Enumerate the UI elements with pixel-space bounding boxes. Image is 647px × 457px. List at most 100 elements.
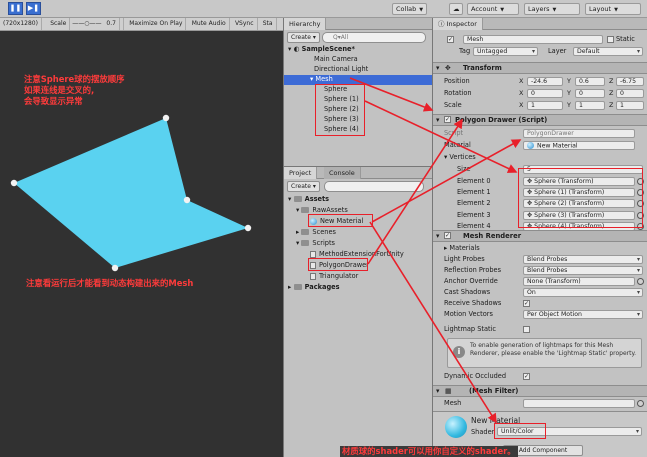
element-value: Sphere (2) (Transform) [534, 200, 605, 208]
mesh-filter-header[interactable]: ▾ ▦ (Mesh Filter) [433, 385, 647, 397]
folder-scenes[interactable]: ▸ Scenes [296, 227, 336, 238]
motion-vectors-dropdown[interactable]: Per Object Motion [523, 310, 643, 319]
hierarchy-item-sphere[interactable]: Sphere [284, 85, 433, 95]
mesh-renderer-header[interactable]: ▾ ✓ Mesh Renderer [433, 230, 647, 242]
object-picker-icon[interactable] [637, 222, 644, 230]
unity-scene-icon: ◐ [293, 45, 300, 53]
folder-assets[interactable]: ▾ Assets [288, 194, 329, 205]
tab-hierarchy[interactable]: Hierarchy [284, 18, 327, 30]
scale-x-field[interactable]: 1 [527, 101, 563, 110]
object-picker-icon[interactable] [637, 400, 644, 407]
object-picker-icon[interactable] [637, 200, 644, 208]
layers-button[interactable]: Layers ▼ [524, 3, 580, 15]
tab-project[interactable]: Project [284, 167, 318, 179]
rotation-y-field[interactable]: 0 [575, 89, 605, 98]
vsync-toggle[interactable]: VSync [232, 18, 258, 30]
object-picker-icon[interactable] [637, 278, 644, 285]
sphere-vertex [10, 179, 18, 187]
size-field[interactable]: 5 [523, 165, 643, 174]
polygon-drawer-header[interactable]: ▾ ✓ Polygon Drawer (Script) [433, 114, 647, 126]
materials-row[interactable]: ▸ Materials [433, 243, 647, 254]
dynamic-occluded-checkbox[interactable]: ✓ [523, 373, 530, 380]
expand-arrow-icon: ▾ [436, 64, 440, 72]
account-button[interactable]: Account ▼ [467, 3, 519, 15]
position-x-field[interactable]: -24.6 [527, 77, 563, 86]
element-transform-field[interactable]: ✥ Sphere (1) (Transform) [523, 188, 635, 198]
element-transform-field[interactable]: ✥ Sphere (Transform) [523, 177, 635, 186]
hierarchy-item-sphere-2[interactable]: Sphere (2) [284, 105, 433, 115]
scene-root[interactable]: ▾ ◐ SampleScene* [284, 45, 433, 55]
vertices-row[interactable]: ▾ Vertices [433, 152, 647, 163]
receive-shadows-checkbox[interactable]: ✓ [523, 300, 530, 307]
pause-icon[interactable]: ❚❚ [8, 2, 23, 15]
mesh-field[interactable] [523, 399, 635, 408]
project-create-button[interactable]: Create ▾ [287, 181, 320, 192]
lightmap-static-checkbox[interactable] [523, 326, 530, 333]
hierarchy-search-input[interactable]: Q▾All [322, 32, 426, 43]
cloud-button[interactable]: ☁ [449, 3, 463, 15]
folder-scripts[interactable]: ▾ Scripts [296, 238, 335, 249]
hierarchy-create-button[interactable]: Create ▾ [287, 32, 320, 43]
annotation-sphere-order: 注意Sphere球的摆放顺序 如果连线是交叉的, 会导致显示异常 [24, 74, 124, 107]
script-triangulator[interactable]: Triangulator [310, 271, 358, 282]
tab-console[interactable]: Console [324, 167, 361, 179]
component-enabled-checkbox[interactable]: ✓ [444, 232, 451, 239]
material-row: Material New Material [433, 140, 647, 151]
tag-dropdown[interactable]: Untagged [473, 47, 538, 56]
scale-z-field[interactable]: 1 [616, 101, 644, 110]
element-transform-field[interactable]: ✥ Sphere (2) (Transform) [523, 199, 635, 209]
object-picker-icon[interactable] [637, 189, 644, 197]
hierarchy-item-mesh[interactable]: ▾ Mesh [284, 75, 433, 85]
hierarchy-item-sphere-1[interactable]: Sphere (1) [284, 95, 433, 105]
hierarchy-item-directional-light[interactable]: Directional Light [284, 65, 433, 75]
folder-packages[interactable]: ▸ Packages [288, 282, 340, 293]
scale-row: Scale X 1 Y 1 Z 1 [433, 100, 647, 111]
cast-shadows-dropdown[interactable]: On [523, 288, 643, 297]
script-polygon-drawer[interactable]: PolygonDrawer [310, 260, 369, 271]
vertices-label-text: Vertices [449, 153, 476, 161]
main-toolbar: ❚❚ ▶❚ Collab ▼ ☁ Account ▼ Layers ▼ Layout ▼ [0, 0, 647, 18]
object-name-field[interactable]: Mesh [463, 35, 603, 44]
stats-toggle[interactable]: Sta [260, 18, 277, 30]
transform-header[interactable]: ▾ ✥ Transform [433, 62, 647, 74]
tab-inspector[interactable]: ⓘ Inspector [433, 18, 483, 30]
material-field[interactable]: New Material [523, 141, 635, 150]
hierarchy-item-sphere-4[interactable]: Sphere (4) [284, 125, 433, 135]
expand-arrow-icon: ▾ [444, 153, 448, 161]
annotation-line: 注意Sphere球的摆放顺序 [24, 74, 125, 84]
light-probes-dropdown[interactable]: Blend Probes [523, 255, 643, 264]
active-checkbox[interactable]: ✓ [447, 36, 454, 43]
scale-y-field[interactable]: 1 [575, 101, 605, 110]
collab-button[interactable]: Collab ▼ [392, 3, 428, 15]
element-transform-field[interactable]: ✥ Sphere (3) (Transform) [523, 210, 635, 220]
create-label: Create [291, 183, 311, 190]
position-y-field[interactable]: 0.6 [575, 77, 605, 86]
hierarchy-item-sphere-3[interactable]: Sphere (3) [284, 115, 433, 125]
anchor-override-field[interactable]: None (Transform) [523, 277, 635, 286]
annotation-shader: 材质球的shader可以用你自定义的shader。 [340, 446, 518, 457]
folder-icon [293, 284, 302, 290]
shader-dropdown[interactable]: Unlit/Color [497, 427, 642, 436]
folder-rawassets[interactable]: ▾ RawAssets [296, 205, 348, 216]
object-picker-icon[interactable] [637, 178, 644, 185]
component-enabled-checkbox[interactable]: ✓ [444, 116, 451, 123]
project-search-input[interactable] [324, 181, 424, 192]
resolution-dropdown[interactable]: (720x1280) [0, 18, 42, 30]
rotation-x-field[interactable]: 0 [527, 89, 563, 98]
step-icon[interactable]: ▶❚ [26, 2, 41, 15]
asset-label: New Material [320, 217, 364, 225]
asset-new-material[interactable]: New Material [310, 216, 363, 227]
layer-dropdown[interactable]: Default [573, 47, 643, 56]
layout-button[interactable]: Layout ▼ [585, 3, 641, 15]
mute-audio-toggle[interactable]: Mute Audio [189, 18, 230, 30]
static-checkbox[interactable] [607, 36, 614, 43]
element-value: Sphere (4) (Transform) [534, 222, 605, 230]
position-z-field[interactable]: -6.75 [616, 77, 644, 86]
reflection-probes-dropdown[interactable]: Blend Probes [523, 266, 643, 275]
rotation-z-field[interactable]: 0 [616, 89, 644, 98]
maximize-on-play-toggle[interactable]: Maximize On Play [126, 18, 187, 30]
scale-slider[interactable]: Scale ——○—— 0.7 [44, 18, 124, 30]
hierarchy-item-main-camera[interactable]: Main Camera [284, 55, 433, 65]
script-method-extension[interactable]: MethodExtensionForUnity [310, 249, 404, 260]
object-picker-icon[interactable] [637, 211, 644, 219]
